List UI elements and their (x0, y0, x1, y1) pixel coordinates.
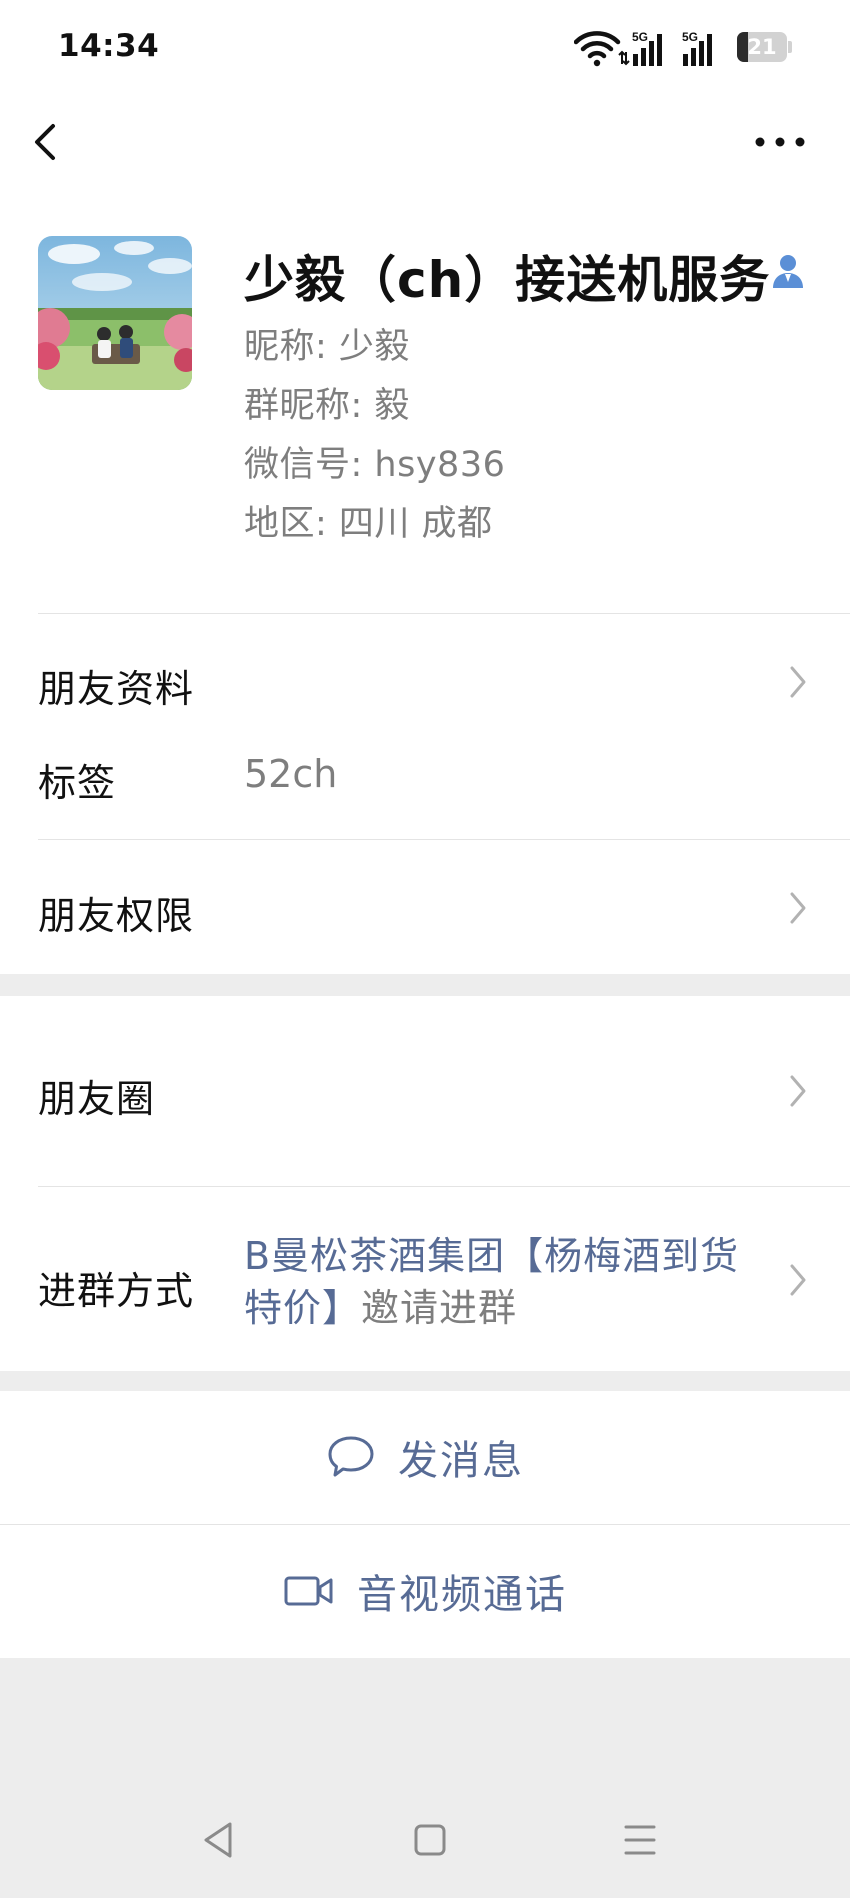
section-gap (0, 974, 850, 996)
moments-label: 朋友圈 (38, 1077, 156, 1121)
friend-profile-label: 朋友资料 (38, 667, 195, 711)
video-call-label: 音视频通话 (357, 1572, 567, 1618)
join-method-suffix: 邀请进群 (361, 1286, 518, 1330)
status-time: 14:34 (58, 28, 160, 64)
tag-value: 52ch (244, 752, 338, 796)
nav-back-button[interactable] (196, 1818, 244, 1862)
chevron-right-icon (790, 1264, 806, 1296)
back-button[interactable] (26, 112, 66, 172)
section-gap (0, 1371, 850, 1391)
signal-2-label: 5G (682, 30, 698, 44)
nav-menu-button[interactable] (618, 1818, 662, 1862)
wifi-icon (574, 31, 621, 67)
triangle-back-icon (204, 1822, 232, 1858)
signal-icon-2: 5G (682, 30, 712, 66)
friend-permissions-label: 朋友权限 (38, 894, 195, 938)
ellipsis-icon (755, 137, 805, 147)
send-message-button[interactable]: 发消息 (0, 1391, 850, 1523)
video-camera-icon (284, 1576, 333, 1606)
chat-bubble-icon (328, 1436, 374, 1477)
wechat-id: 微信号: hsy836 (244, 445, 506, 485)
profile-name: 少毅（ch）接送机服务 (244, 251, 771, 309)
nickname: 昵称: 少毅 (244, 327, 410, 367)
battery-indicator: 21 (737, 32, 793, 62)
menu-icon (624, 1825, 656, 1855)
send-message-label: 发消息 (398, 1438, 524, 1484)
tag-label: 标签 (38, 761, 117, 805)
avatar-image (38, 236, 192, 390)
signal-icon-1: 5G (632, 30, 662, 66)
video-call-button[interactable]: 音视频通话 (0, 1525, 850, 1657)
join-method-value: B曼松茶酒集团【杨梅酒到货特价】邀请进群 (244, 1230, 774, 1334)
group-nickname: 群昵称: 毅 (244, 386, 410, 426)
chevron-right-icon (790, 1075, 806, 1107)
avatar[interactable] (38, 236, 192, 390)
region: 地区: 四川 成都 (244, 504, 493, 544)
battery-level: 21 (747, 35, 777, 59)
square-home-icon (414, 1824, 446, 1856)
chevron-left-icon (35, 124, 55, 160)
arrows-icon (618, 50, 630, 66)
more-button[interactable] (752, 124, 808, 160)
signal-1-label: 5G (632, 30, 648, 44)
person-icon (773, 255, 803, 288)
system-nav-bar (0, 1658, 850, 1898)
join-method-label: 进群方式 (38, 1269, 195, 1313)
nav-home-button[interactable] (408, 1818, 452, 1862)
chevron-right-icon (790, 892, 806, 924)
chevron-right-icon (790, 666, 806, 698)
